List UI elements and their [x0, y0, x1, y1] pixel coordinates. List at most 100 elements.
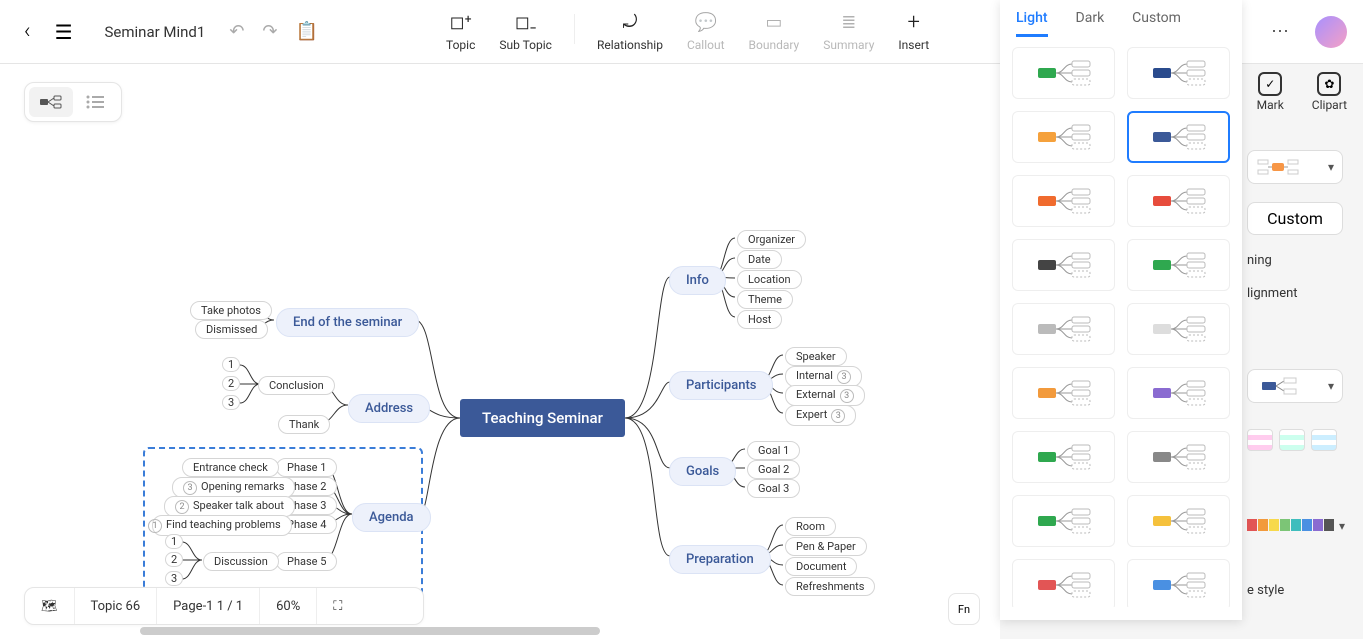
mark-button[interactable]: ✓Mark [1257, 72, 1284, 112]
leaf-c1[interactable]: 1 [222, 357, 240, 372]
leaf-expert[interactable]: Expert3 [785, 405, 856, 426]
branch-preparation[interactable]: Preparation [669, 545, 771, 574]
leaf-goal1[interactable]: Goal 1 [747, 441, 800, 460]
bg-pattern-1[interactable] [1247, 429, 1273, 451]
zoom-level[interactable]: 60% [260, 588, 317, 624]
leaf-theme[interactable]: Theme [737, 290, 793, 309]
leaf-c3[interactable]: 3 [222, 395, 240, 410]
branch-address[interactable]: Address [348, 394, 430, 423]
horizontal-scrollbar[interactable] [140, 627, 870, 635]
leaf-d3[interactable]: 3 [165, 571, 183, 586]
leaf-pen[interactable]: Pen & Paper [785, 537, 867, 556]
style-label: e style [1247, 583, 1353, 598]
redo-icon[interactable]: ↷ [262, 21, 277, 42]
theme-card-13[interactable] [1127, 431, 1230, 483]
theme-card-9[interactable] [1127, 303, 1230, 355]
leaf-goal3[interactable]: Goal 3 [747, 479, 800, 498]
page-indicator[interactable]: Page-1 1 / 1 [157, 588, 260, 624]
leaf-s5[interactable]: Discussion [203, 552, 279, 571]
leaf-external[interactable]: External3 [785, 385, 865, 406]
theme-card-11[interactable] [1127, 367, 1230, 419]
document-title[interactable]: Seminar Mind1 [105, 23, 206, 41]
mindmap-view-button[interactable] [29, 87, 73, 117]
ning-label: ning [1247, 253, 1353, 268]
topic-style-selector[interactable]: ▾ [1247, 369, 1343, 403]
relationship-button[interactable]: ⤾Relationship [591, 10, 669, 54]
theme-card-4[interactable] [1012, 175, 1115, 227]
color-palette[interactable]: ▾ [1247, 519, 1353, 531]
leaf-location[interactable]: Location [737, 270, 802, 289]
outline-view-button[interactable] [73, 87, 117, 117]
leaf-dismissed[interactable]: Dismissed [195, 320, 268, 339]
insert-button[interactable]: +Insert [892, 10, 935, 54]
branch-info[interactable]: Info [669, 266, 726, 295]
paste-icon[interactable]: 📋 [296, 21, 318, 42]
bg-pattern-3[interactable] [1311, 429, 1337, 451]
leaf-host[interactable]: Host [737, 310, 782, 329]
back-button[interactable]: ‹ [16, 15, 39, 48]
leaf-refresh[interactable]: Refreshments [785, 577, 875, 596]
leaf-thank[interactable]: Thank [278, 415, 330, 434]
layout-selector[interactable]: ▾ [1247, 150, 1343, 184]
theme-card-6[interactable] [1012, 239, 1115, 291]
theme-card-15[interactable] [1127, 495, 1230, 547]
mindmap-canvas[interactable]: Teaching Seminar Info Organizer Date Loc… [0, 64, 1000, 639]
leaf-photos[interactable]: Take photos [190, 301, 272, 320]
more-icon[interactable]: ⋯ [1271, 21, 1291, 42]
leaf-p1[interactable]: Phase 1 [276, 458, 337, 477]
leaf-p5[interactable]: Phase 5 [276, 552, 337, 571]
theme-card-14[interactable] [1012, 495, 1115, 547]
leaf-s4[interactable]: 1Find teaching problems [152, 515, 292, 536]
clipart-button[interactable]: ✿Clipart [1312, 72, 1347, 112]
theme-card-16[interactable] [1012, 559, 1115, 607]
leaf-s3[interactable]: 2Speaker talk about [164, 496, 295, 517]
leaf-document[interactable]: Document [785, 557, 857, 576]
leaf-c2[interactable]: 2 [222, 376, 240, 391]
callout-button[interactable]: 💬Callout [681, 10, 731, 54]
tab-custom[interactable]: Custom [1132, 10, 1181, 37]
undo-icon[interactable]: ↶ [229, 21, 244, 42]
leaf-speaker[interactable]: Speaker [785, 347, 847, 366]
avatar[interactable] [1315, 16, 1347, 48]
center-topic[interactable]: Teaching Seminar [460, 399, 625, 437]
theme-card-2[interactable] [1012, 111, 1115, 163]
branch-end[interactable]: End of the seminar [276, 308, 419, 337]
tab-light[interactable]: Light [1016, 10, 1048, 37]
theme-card-10[interactable] [1012, 367, 1115, 419]
theme-card-3[interactable] [1127, 111, 1230, 163]
map-icon[interactable]: 🗺 [25, 588, 75, 624]
alignment-label: lignment [1247, 286, 1353, 301]
summary-button[interactable]: ≣Summary [817, 10, 880, 54]
bg-pattern-2[interactable] [1279, 429, 1305, 451]
topic-count[interactable]: Topic 66 [75, 588, 158, 624]
topic-button[interactable]: ◻⁺Topic [440, 10, 481, 54]
theme-card-7[interactable] [1127, 239, 1230, 291]
leaf-date[interactable]: Date [737, 250, 782, 269]
theme-card-12[interactable] [1012, 431, 1115, 483]
branch-agenda[interactable]: Agenda [352, 503, 431, 532]
fullscreen-icon[interactable]: ⛶ [317, 588, 358, 624]
theme-card-8[interactable] [1012, 303, 1115, 355]
branch-goals[interactable]: Goals [669, 457, 736, 486]
tab-dark[interactable]: Dark [1076, 10, 1105, 37]
theme-card-1[interactable] [1127, 47, 1230, 99]
fn-button[interactable]: Fn [948, 593, 980, 625]
leaf-conclusion[interactable]: Conclusion [258, 376, 335, 395]
leaf-s1[interactable]: Entrance check [182, 458, 279, 477]
theme-panel: Light Dark Custom [1000, 0, 1242, 620]
leaf-room[interactable]: Room [785, 517, 836, 536]
leaf-d1[interactable]: 1 [165, 534, 183, 549]
leaf-d2[interactable]: 2 [165, 552, 183, 567]
theme-card-0[interactable] [1012, 47, 1115, 99]
theme-card-5[interactable] [1127, 175, 1230, 227]
leaf-s2[interactable]: 3Opening remarks [172, 477, 295, 498]
menu-button[interactable]: ☰ [51, 16, 77, 48]
subtopic-button[interactable]: ◻₋Sub Topic [493, 10, 558, 54]
custom-style-button[interactable]: Custom [1247, 202, 1343, 235]
theme-card-17[interactable] [1127, 559, 1230, 607]
leaf-goal2[interactable]: Goal 2 [747, 460, 800, 479]
boundary-button[interactable]: ▭Boundary [743, 10, 806, 54]
leaf-organizer[interactable]: Organizer [737, 230, 806, 249]
leaf-internal[interactable]: Internal3 [785, 366, 862, 387]
branch-participants[interactable]: Participants [669, 371, 773, 400]
